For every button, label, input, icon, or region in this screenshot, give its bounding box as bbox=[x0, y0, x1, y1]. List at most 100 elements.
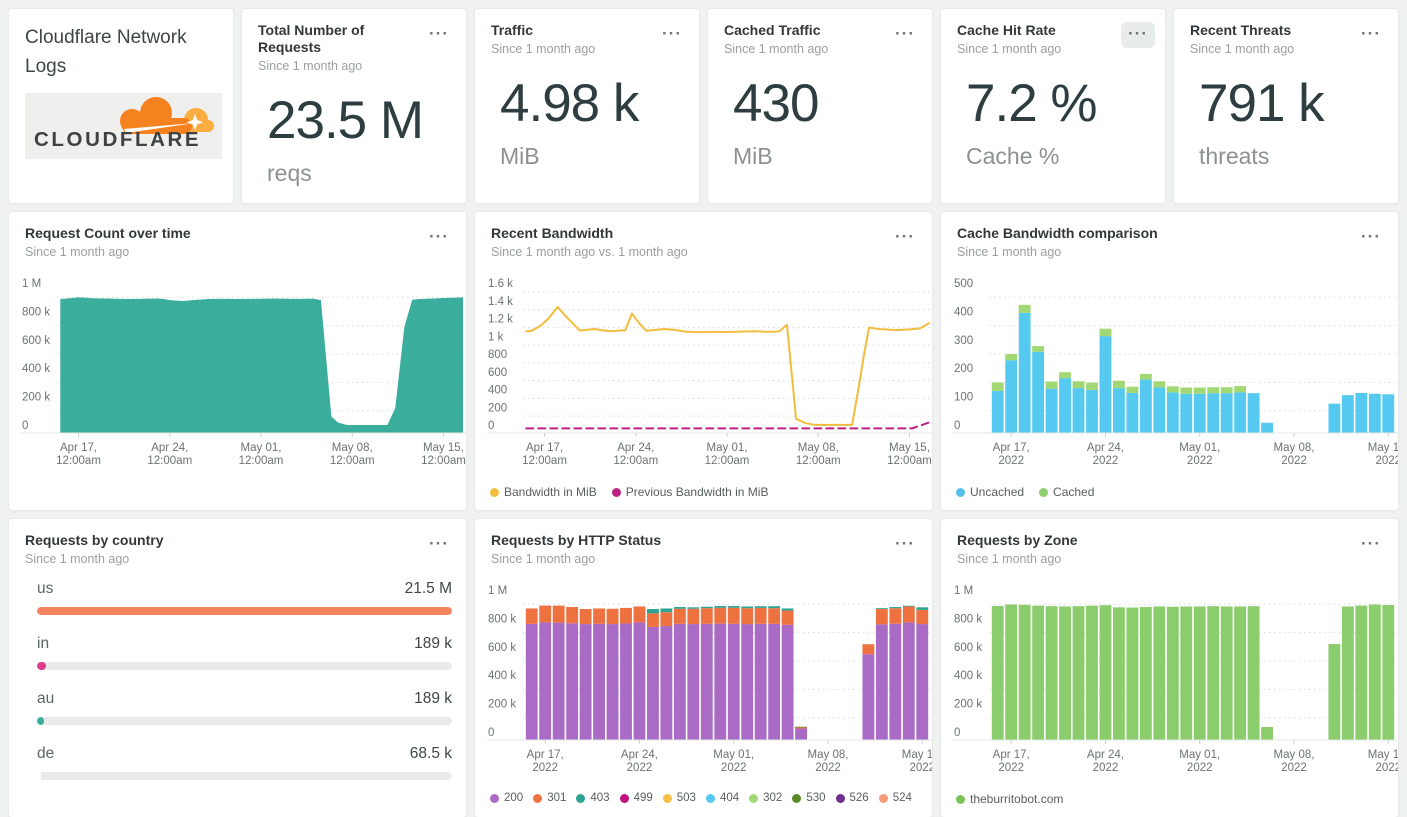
legend-item[interactable]: 403 bbox=[576, 792, 610, 804]
svg-text:400 k: 400 k bbox=[488, 670, 516, 682]
svg-text:600 k: 600 k bbox=[488, 642, 516, 654]
svg-text:12:00am: 12:00am bbox=[522, 455, 567, 467]
svg-text:May 15,: May 15, bbox=[902, 749, 932, 761]
page-title: Cloudflare Network Logs bbox=[25, 27, 187, 77]
svg-text:1 M: 1 M bbox=[22, 278, 41, 290]
legend-item[interactable]: 530 bbox=[792, 792, 826, 804]
recent-bandwidth-legend: Bandwidth in MiB Previous Bandwidth in Mi… bbox=[475, 483, 932, 499]
legend-label: 499 bbox=[633, 792, 653, 804]
panel-subtitle: Since 1 month ago bbox=[957, 552, 1062, 566]
requests-by-zone-legend: theburritobot.com bbox=[941, 790, 1398, 806]
request-count-chart[interactable]: 1 M 800 k 600 k 400 k 200 k 0 Apr 17, 12:00am Ap… bbox=[9, 265, 466, 483]
legend-dot-icon bbox=[835, 793, 845, 803]
legend-item[interactable]: Uncached bbox=[956, 485, 1024, 499]
svg-text:2022: 2022 bbox=[1281, 455, 1307, 467]
legend-dot-icon bbox=[878, 793, 888, 803]
recent-bandwidth-chart[interactable]: 1.6 k 1.4 k 1.2 k1 k 800 600 400 200 0 Apr 17, 12… bbox=[475, 265, 932, 483]
legend-dot-icon bbox=[705, 793, 715, 803]
svg-text:0: 0 bbox=[954, 420, 960, 432]
legend-dot-icon bbox=[533, 793, 543, 803]
panel-menu-icon[interactable]: ··· bbox=[1354, 22, 1388, 48]
svg-text:1.2 k: 1.2 k bbox=[488, 314, 513, 326]
svg-text:Apr 17,: Apr 17, bbox=[526, 442, 563, 454]
panel-menu-icon[interactable]: ··· bbox=[888, 22, 922, 48]
svg-text:1 M: 1 M bbox=[488, 585, 507, 597]
legend-dot-icon bbox=[490, 793, 499, 803]
svg-text:12:00am: 12:00am bbox=[613, 455, 658, 467]
legend-item[interactable]: 404 bbox=[705, 792, 739, 804]
requests-by-zone-canvas[interactable]: 1 M800 k600 k400 k200 k0Apr 17,2022Apr 2… bbox=[941, 572, 1398, 785]
svg-text:May 15,: May 15, bbox=[1368, 749, 1398, 761]
legend-item[interactable]: Cached bbox=[1039, 485, 1094, 499]
panel-menu-icon[interactable]: ··· bbox=[422, 22, 456, 48]
svg-text:12:00am: 12:00am bbox=[705, 455, 750, 467]
panel-traffic: Traffic Since 1 month ago ··· 4.98 k MiB bbox=[474, 8, 700, 204]
panel-menu-icon[interactable]: ··· bbox=[1354, 225, 1388, 251]
stat-value-cached-traffic: 430 bbox=[733, 74, 819, 133]
svg-text:Apr 24,: Apr 24, bbox=[621, 749, 658, 761]
panel-title: Request Count over time bbox=[25, 225, 191, 241]
requests-by-zone-chart[interactable]: 1 M 800 k 600 k 400 k 200 k 0 Apr 17, 2022 Apr 2… bbox=[941, 572, 1398, 790]
legend-item[interactable]: 524 bbox=[878, 792, 912, 804]
svg-text:600 k: 600 k bbox=[22, 335, 50, 347]
panel-title: Requests by HTTP Status bbox=[491, 532, 662, 548]
recent-bandwidth-canvas[interactable]: 1.6 k1.4 k1.2 k1 k8006004002000Apr 17,12… bbox=[475, 265, 932, 478]
cache-bandwidth-canvas[interactable]: 5004003002001000Apr 17,2022Apr 24,2022Ma… bbox=[941, 265, 1398, 478]
panel-menu-icon[interactable]: ··· bbox=[1121, 22, 1155, 48]
panel-menu-icon[interactable]: ··· bbox=[422, 225, 456, 251]
legend-item[interactable]: 526 bbox=[835, 792, 869, 804]
legend-dot-icon bbox=[749, 793, 759, 803]
panel-menu-icon[interactable]: ··· bbox=[655, 22, 689, 48]
country-row: de 68.5 k bbox=[37, 745, 452, 800]
panel-menu-icon[interactable]: ··· bbox=[888, 225, 922, 251]
legend-item[interactable]: Previous Bandwidth in MiB bbox=[611, 485, 768, 499]
legend-dot-icon bbox=[792, 793, 802, 803]
svg-text:500: 500 bbox=[954, 278, 973, 290]
cloudflare-wordmark: CLOUDFLARE bbox=[34, 128, 202, 151]
svg-text:2022: 2022 bbox=[1187, 455, 1213, 467]
legend-dot-icon bbox=[662, 793, 672, 803]
svg-text:May 01,: May 01, bbox=[1179, 442, 1220, 454]
stat-unit: Cache % bbox=[966, 143, 1060, 170]
svg-text:12:00am: 12:00am bbox=[56, 455, 101, 467]
cache-bandwidth-chart[interactable]: 500 400 300 200 100 0 Apr 17, 2022 Apr 24, 2022 Ma… bbox=[941, 265, 1398, 483]
legend-item[interactable]: 499 bbox=[619, 792, 653, 804]
svg-text:12:00am: 12:00am bbox=[147, 455, 192, 467]
http-status-canvas[interactable]: 1 M800 k600 k400 k200 k0Apr 17,2022Apr 2… bbox=[475, 572, 932, 785]
legend-label: 503 bbox=[676, 792, 696, 804]
legend-item[interactable]: 503 bbox=[662, 792, 696, 804]
svg-text:800 k: 800 k bbox=[22, 306, 50, 318]
panel-menu-icon[interactable]: ··· bbox=[422, 532, 456, 558]
svg-text:Apr 24,: Apr 24, bbox=[617, 442, 654, 454]
svg-text:May 01,: May 01, bbox=[713, 749, 754, 761]
panel-menu-icon[interactable]: ··· bbox=[888, 532, 922, 558]
legend-item[interactable]: Bandwidth in MiB bbox=[490, 485, 597, 499]
request-count-canvas[interactable]: 1 M800 k600 k400 k200 k0Apr 17,12:00amAp… bbox=[9, 265, 466, 478]
legend-label: 301 bbox=[547, 792, 567, 804]
country-bar-track bbox=[37, 772, 452, 780]
panel-subtitle: Since 1 month ago bbox=[957, 42, 1062, 56]
legend-dot-icon bbox=[619, 793, 629, 803]
country-bar-fill bbox=[37, 662, 47, 670]
legend-item[interactable]: 200 bbox=[490, 792, 523, 804]
panel-menu-icon[interactable]: ··· bbox=[1354, 532, 1388, 558]
country-value: 189 k bbox=[414, 690, 452, 707]
svg-text:400 k: 400 k bbox=[954, 670, 982, 682]
svg-text:12:00am: 12:00am bbox=[239, 455, 284, 467]
legend-item[interactable]: 301 bbox=[533, 792, 566, 804]
country-bar-list: us 21.5 M in 189 k au 189 k de 68.5 k bbox=[9, 566, 466, 800]
legend-item[interactable]: theburritobot.com bbox=[956, 792, 1063, 806]
svg-text:Apr 17,: Apr 17, bbox=[993, 749, 1030, 761]
legend-label: 200 bbox=[504, 792, 524, 804]
panel-requests-by-zone: Requests by Zone Since 1 month ago ··· 1… bbox=[940, 518, 1399, 817]
http-status-chart[interactable]: 1 M 800 k 600 k 400 k 200 k 0 Apr 17, 2022 Apr 2… bbox=[475, 572, 932, 790]
svg-text:1 M: 1 M bbox=[954, 585, 973, 597]
svg-text:Apr 17,: Apr 17, bbox=[993, 442, 1030, 454]
svg-text:1 k: 1 k bbox=[488, 331, 504, 343]
panel-request-count: Request Count over time Since 1 month ag… bbox=[8, 211, 467, 511]
country-row: in 189 k bbox=[37, 635, 452, 690]
panel-title: Requests by country bbox=[25, 532, 164, 548]
legend-item[interactable]: 302 bbox=[749, 792, 782, 804]
stat-value-cache-hit-rate: 7.2 % bbox=[966, 74, 1098, 133]
svg-text:Apr 17,: Apr 17, bbox=[527, 749, 564, 761]
